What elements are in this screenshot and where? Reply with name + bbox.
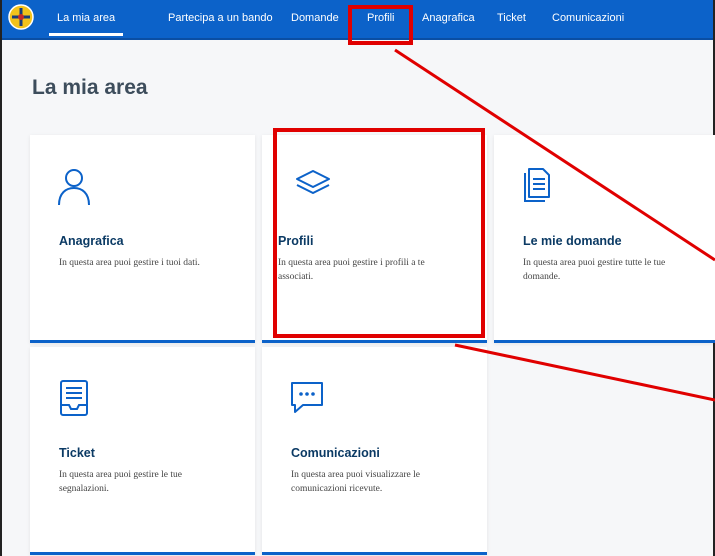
annotation-arrow-card bbox=[454, 343, 715, 402]
card-description: In questa area puoi gestire tutte le tue… bbox=[523, 258, 666, 282]
nav-partecipa-bando[interactable]: Partecipa a un bando bbox=[168, 0, 273, 36]
inbox-icon bbox=[57, 379, 91, 417]
nav-anagrafica[interactable]: Anagrafica bbox=[422, 0, 475, 36]
card-comunicazioni[interactable]: Comunicazioni In questa area puoi visual… bbox=[262, 347, 487, 555]
card-description: In questa area puoi gestire i tuoi dati. bbox=[59, 258, 200, 268]
top-navigation-bar: La mia area Partecipa a un bando Domande… bbox=[0, 0, 715, 40]
card-title: Profili bbox=[278, 234, 314, 248]
nav-comunicazioni[interactable]: Comunicazioni bbox=[552, 0, 624, 36]
user-icon bbox=[57, 167, 91, 206]
card-description: In questa area puoi visualizzare le comu… bbox=[291, 470, 420, 494]
nav-la-mia-area[interactable]: La mia area bbox=[48, 0, 124, 36]
card-title: Comunicazioni bbox=[291, 446, 380, 460]
card-le-mie-domande[interactable]: Le mie domande In questa area puoi gesti… bbox=[494, 135, 715, 343]
card-title: Ticket bbox=[59, 446, 95, 460]
region-logo-icon[interactable] bbox=[8, 4, 34, 30]
nav-ticket[interactable]: Ticket bbox=[497, 0, 526, 36]
layers-icon bbox=[295, 167, 330, 205]
card-ticket[interactable]: Ticket In questa area puoi gestire le tu… bbox=[30, 347, 255, 555]
card-title: Anagrafica bbox=[59, 234, 124, 248]
card-profili[interactable]: Profili In questa area puoi gestire i pr… bbox=[262, 135, 487, 343]
card-anagrafica[interactable]: Anagrafica In questa area puoi gestire i… bbox=[30, 135, 255, 343]
nav-domande[interactable]: Domande bbox=[291, 0, 339, 36]
nav-profili[interactable]: Profili bbox=[367, 0, 395, 36]
page-title: La mia area bbox=[32, 76, 148, 99]
card-description: In questa area puoi gestire i profili a … bbox=[278, 258, 425, 282]
card-description: In questa area puoi gestire le tue segna… bbox=[59, 470, 182, 494]
document-icon bbox=[521, 167, 555, 205]
card-title: Le mie domande bbox=[523, 234, 622, 248]
window-border-left bbox=[0, 0, 2, 556]
chat-icon bbox=[289, 379, 323, 417]
